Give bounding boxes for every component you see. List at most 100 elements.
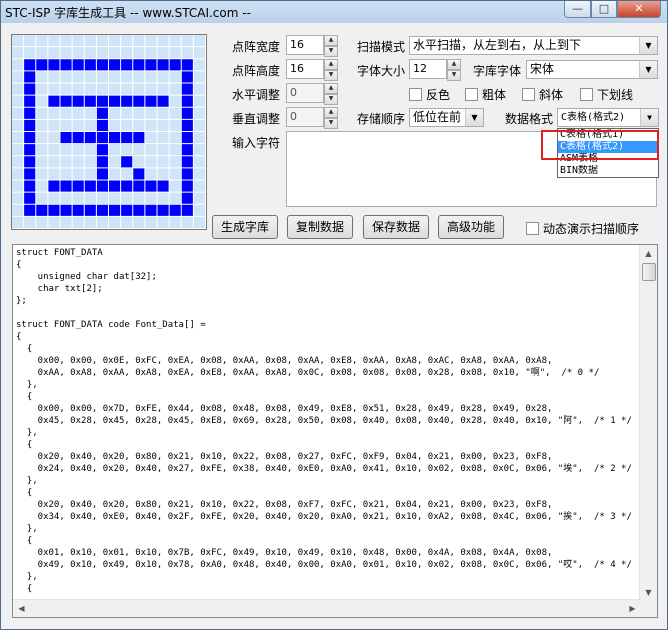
dropdown-option[interactable]: BIN数据 (558, 165, 658, 177)
pixel-on[interactable] (121, 180, 133, 192)
vadjust-spinner[interactable]: 0 ▲ ▼ (286, 107, 340, 129)
pixel-on[interactable] (60, 204, 72, 216)
pixel-off[interactable] (145, 119, 157, 132)
pixel-on[interactable] (109, 59, 121, 71)
pixel-off[interactable] (133, 47, 145, 59)
pixel-off[interactable] (84, 156, 96, 168)
pixel-off[interactable] (60, 156, 72, 168)
pixel-off[interactable] (84, 35, 96, 47)
pixel-on[interactable] (72, 59, 84, 71)
pixel-on[interactable] (60, 59, 72, 71)
spin-up-icon[interactable]: ▲ (324, 59, 338, 70)
scroll-down-icon[interactable]: ▼ (640, 584, 657, 601)
pixel-off[interactable] (12, 47, 24, 59)
pixel-off[interactable] (12, 107, 24, 119)
pixel-on[interactable] (169, 59, 181, 71)
pixel-off[interactable] (145, 71, 157, 83)
pixel-off[interactable] (157, 168, 169, 180)
demo-checkbox[interactable]: 动态演示扫描顺序 (526, 220, 639, 237)
pixel-off[interactable] (96, 35, 109, 47)
pixel-off[interactable] (193, 132, 206, 144)
pixel-on[interactable] (133, 204, 145, 216)
pixel-off[interactable] (12, 35, 24, 47)
pixel-off[interactable] (109, 83, 121, 95)
advanced-button[interactable]: 高级功能 (438, 215, 504, 239)
pixel-on[interactable] (181, 192, 193, 204)
pixel-on[interactable] (24, 107, 36, 119)
pixel-off[interactable] (169, 83, 181, 95)
width-spinner[interactable]: 16 ▲ ▼ (286, 35, 340, 57)
pixel-off[interactable] (60, 83, 72, 95)
pixel-on[interactable] (181, 168, 193, 180)
pixel-on[interactable] (121, 204, 133, 216)
close-button[interactable]: ✕ (617, 1, 661, 18)
pixel-off[interactable] (145, 83, 157, 95)
pixel-off[interactable] (181, 35, 193, 47)
pixel-off[interactable] (193, 119, 206, 132)
generate-button[interactable]: 生成字库 (212, 215, 278, 239)
pixel-off[interactable] (145, 107, 157, 119)
checkbox-icon[interactable] (522, 88, 535, 101)
pixel-off[interactable] (193, 83, 206, 95)
pixel-on[interactable] (48, 204, 60, 216)
underline-checkbox[interactable]: 下划线 (580, 86, 633, 103)
pixel-off[interactable] (193, 168, 206, 180)
pixel-on[interactable] (181, 144, 193, 156)
save-button[interactable]: 保存数据 (363, 215, 429, 239)
font-select[interactable]: 宋体 ▼ (526, 60, 658, 79)
scroll-right-icon[interactable]: ▶ (624, 600, 641, 617)
pixel-on[interactable] (96, 144, 109, 156)
pixel-on[interactable] (24, 144, 36, 156)
pixel-on[interactable] (181, 119, 193, 132)
pixel-off[interactable] (121, 107, 133, 119)
pixel-off[interactable] (60, 192, 72, 204)
pixel-off[interactable] (36, 95, 48, 107)
pixel-on[interactable] (181, 71, 193, 83)
height-spinner[interactable]: 16 ▲ ▼ (286, 59, 340, 81)
pixel-off[interactable] (84, 216, 96, 229)
pixel-off[interactable] (121, 144, 133, 156)
pixel-off[interactable] (193, 35, 206, 47)
maximize-button[interactable]: □ (591, 1, 617, 18)
scroll-up-icon[interactable]: ▲ (640, 245, 657, 262)
pixel-off[interactable] (84, 47, 96, 59)
pixel-on[interactable] (96, 95, 109, 107)
copy-button[interactable]: 复制数据 (287, 215, 353, 239)
pixel-off[interactable] (12, 156, 24, 168)
title-bar[interactable]: STC-ISP 字库生成工具 -- www.STCAI.com -- — □ ✕ (1, 1, 667, 23)
hadjust-input[interactable]: 0 (286, 83, 324, 103)
pixel-off[interactable] (109, 216, 121, 229)
pixel-off[interactable] (133, 71, 145, 83)
pixel-on[interactable] (96, 59, 109, 71)
pixel-on[interactable] (145, 180, 157, 192)
spin-down-icon[interactable]: ▼ (324, 70, 338, 81)
pixel-on[interactable] (133, 132, 145, 144)
invert-checkbox[interactable]: 反色 (409, 86, 450, 103)
pixel-on[interactable] (48, 95, 60, 107)
pixel-off[interactable] (48, 216, 60, 229)
pixel-on[interactable] (36, 204, 48, 216)
pixel-off[interactable] (157, 83, 169, 95)
pixel-off[interactable] (133, 144, 145, 156)
bold-checkbox[interactable]: 粗体 (465, 86, 506, 103)
pixel-on[interactable] (72, 180, 84, 192)
pixel-on[interactable] (181, 180, 193, 192)
checkbox-icon[interactable] (526, 222, 539, 235)
spin-down-icon[interactable]: ▼ (324, 46, 338, 57)
pixel-off[interactable] (36, 47, 48, 59)
pixel-off[interactable] (121, 83, 133, 95)
pixel-on[interactable] (84, 59, 96, 71)
pixel-off[interactable] (24, 35, 36, 47)
pixel-on[interactable] (24, 168, 36, 180)
pixel-off[interactable] (48, 83, 60, 95)
pixel-off[interactable] (96, 192, 109, 204)
pixel-off[interactable] (12, 83, 24, 95)
pixel-off[interactable] (133, 192, 145, 204)
pixel-on[interactable] (121, 132, 133, 144)
pixel-off[interactable] (169, 144, 181, 156)
pixel-off[interactable] (169, 95, 181, 107)
pixel-off[interactable] (157, 216, 169, 229)
pixel-on[interactable] (48, 180, 60, 192)
checkbox-icon[interactable] (465, 88, 478, 101)
pixel-on[interactable] (84, 132, 96, 144)
